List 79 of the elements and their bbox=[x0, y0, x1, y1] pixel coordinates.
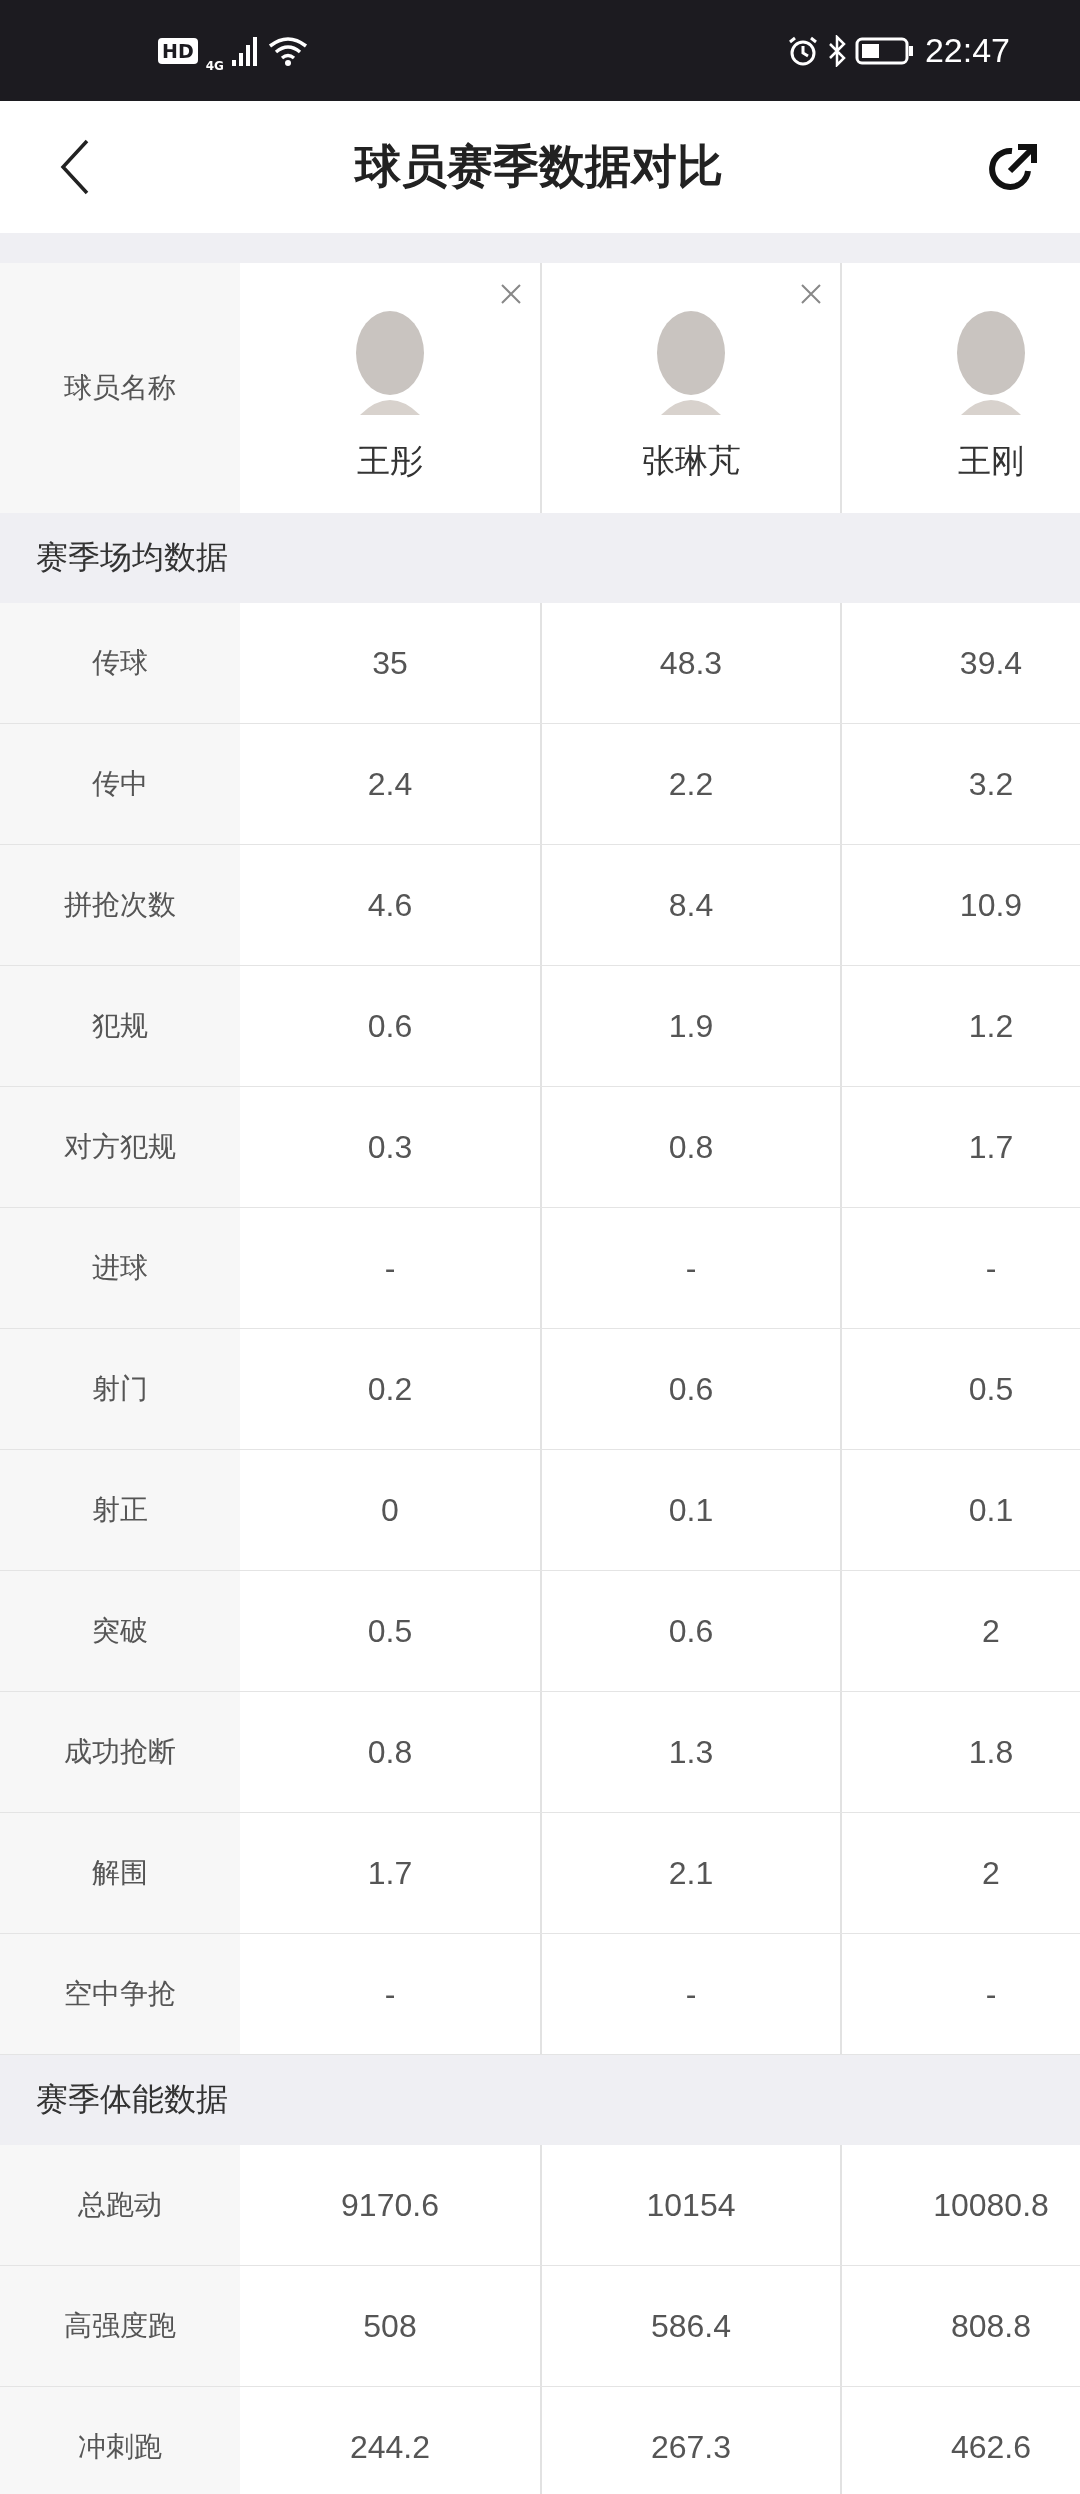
status-time: 22:47 bbox=[924, 31, 1010, 70]
row-label: 冲刺跑 bbox=[78, 2429, 162, 2465]
stat-value: - bbox=[985, 1975, 997, 2013]
row-label: 突破 bbox=[92, 1613, 148, 1649]
hd-icon: HD bbox=[158, 37, 198, 64]
stat-value: 1.8 bbox=[968, 1733, 1014, 1771]
stat-value: 244.2 bbox=[349, 2428, 431, 2466]
row-label: 空中争抢 bbox=[64, 1976, 176, 2012]
back-icon[interactable] bbox=[60, 139, 90, 195]
stat-value: 0.5 bbox=[968, 1370, 1014, 1408]
section-title: 赛季体能数据 bbox=[36, 2079, 228, 2120]
stat-value: - bbox=[384, 1249, 396, 1287]
stat-value: 10.9 bbox=[959, 886, 1023, 924]
stat-value: 10080.8 bbox=[933, 2186, 1049, 2224]
signal-icon bbox=[231, 35, 260, 66]
stat-value: 2 bbox=[982, 1612, 1000, 1650]
row-label: 射正 bbox=[92, 1492, 148, 1528]
stat-value: 0.6 bbox=[668, 1612, 714, 1650]
player-name: 王彤 bbox=[357, 441, 423, 481]
stat-value: 3.2 bbox=[968, 765, 1014, 803]
stat-value: 508 bbox=[363, 2307, 417, 2345]
battery-icon bbox=[854, 36, 913, 65]
row-label: 拼抢次数 bbox=[64, 887, 176, 923]
stat-value: 0.2 bbox=[367, 1370, 413, 1408]
page-title: 球员赛季数据对比 bbox=[355, 138, 723, 195]
stat-value: - bbox=[685, 1249, 697, 1287]
stat-value: 0.5 bbox=[367, 1612, 413, 1650]
stat-value: 8.4 bbox=[668, 886, 714, 924]
stat-value: 462.6 bbox=[950, 2428, 1032, 2466]
close-icon[interactable] bbox=[500, 283, 522, 305]
stat-value: 10154 bbox=[646, 2186, 736, 2224]
row-label: 对方犯规 bbox=[64, 1129, 176, 1165]
stat-value: 0.8 bbox=[367, 1733, 413, 1771]
row-label: 球员名称 bbox=[64, 370, 176, 406]
row-label: 射门 bbox=[92, 1371, 148, 1407]
row-label: 成功抢断 bbox=[64, 1734, 176, 1770]
stat-value: - bbox=[685, 1975, 697, 2013]
stat-value: 2.2 bbox=[668, 765, 714, 803]
network-label: 4G bbox=[205, 58, 224, 73]
stat-value: 0.3 bbox=[367, 1128, 413, 1166]
stat-value: - bbox=[384, 1975, 396, 2013]
stat-value: 0.1 bbox=[668, 1491, 714, 1529]
stat-value: 2.1 bbox=[668, 1854, 714, 1892]
share-icon[interactable] bbox=[988, 141, 1040, 193]
stat-value: 0 bbox=[381, 1491, 399, 1529]
close-icon[interactable] bbox=[800, 283, 822, 305]
stat-value: 35 bbox=[372, 644, 408, 682]
stat-value: 808.8 bbox=[950, 2307, 1032, 2345]
row-label: 犯规 bbox=[92, 1008, 148, 1044]
player-name: 张琳芃 bbox=[641, 441, 741, 481]
stat-value: 0.6 bbox=[367, 1007, 413, 1045]
row-label: 解围 bbox=[92, 1855, 148, 1891]
stat-value: 39.4 bbox=[959, 644, 1023, 682]
stat-value: 4.6 bbox=[367, 886, 413, 924]
stat-value: - bbox=[985, 1249, 997, 1287]
stat-value: 2.4 bbox=[367, 765, 413, 803]
section-title: 赛季场均数据 bbox=[36, 537, 228, 578]
stat-value: 1.7 bbox=[968, 1128, 1014, 1166]
stat-value: 9170.6 bbox=[341, 2186, 439, 2224]
stat-value: 0.6 bbox=[668, 1370, 714, 1408]
row-label: 总跑动 bbox=[78, 2187, 162, 2223]
row-label: 传球 bbox=[92, 645, 148, 681]
stat-value: 1.2 bbox=[968, 1007, 1014, 1045]
stat-value: 1.7 bbox=[367, 1854, 413, 1892]
alarm-icon bbox=[786, 34, 819, 67]
stat-value: 0.1 bbox=[968, 1491, 1014, 1529]
row-label: 传中 bbox=[92, 766, 148, 802]
row-label: 高强度跑 bbox=[64, 2308, 176, 2344]
stat-value: 1.3 bbox=[668, 1733, 714, 1771]
stat-value: 48.3 bbox=[659, 644, 723, 682]
bluetooth-icon bbox=[826, 34, 847, 67]
row-label: 进球 bbox=[92, 1250, 148, 1286]
stat-value: 1.9 bbox=[668, 1007, 714, 1045]
stat-value: 2 bbox=[982, 1854, 1000, 1892]
stat-value: 267.3 bbox=[650, 2428, 732, 2466]
player-name: 王刚 bbox=[958, 441, 1024, 481]
stat-value: 0.8 bbox=[668, 1128, 714, 1166]
wifi-icon bbox=[267, 35, 308, 66]
stat-value: 586.4 bbox=[650, 2307, 732, 2345]
